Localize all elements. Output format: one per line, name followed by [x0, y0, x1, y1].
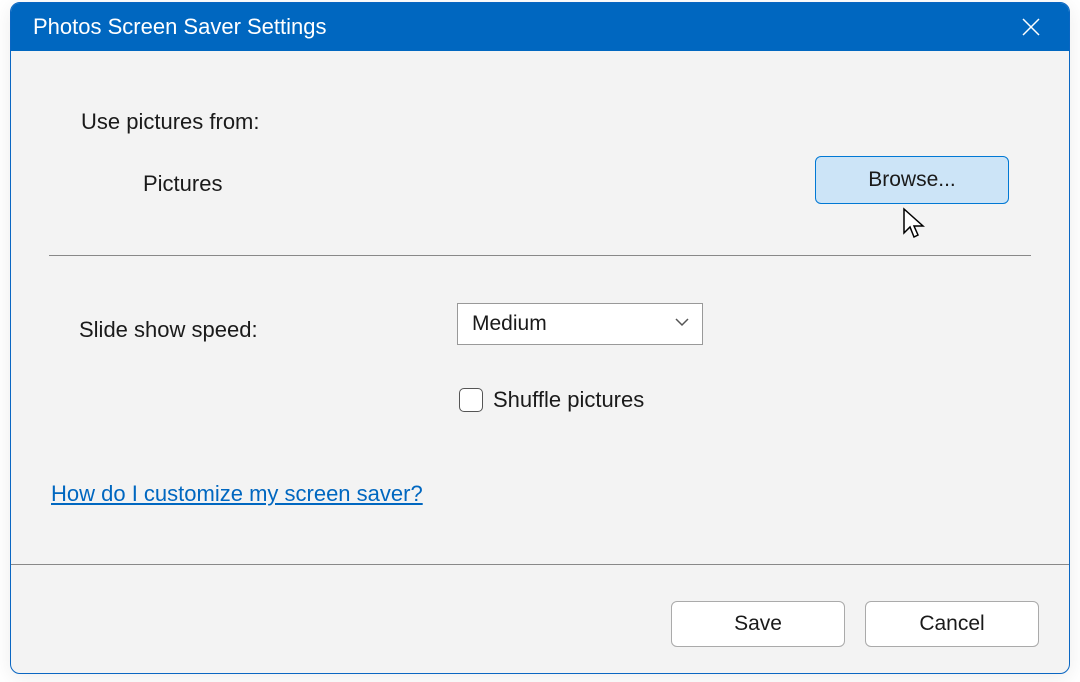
- close-button[interactable]: [1011, 7, 1051, 47]
- dropdown-value: Medium: [472, 312, 547, 336]
- shuffle-checkbox[interactable]: [459, 388, 483, 412]
- window-title: Photos Screen Saver Settings: [33, 14, 327, 40]
- browse-button[interactable]: Browse...: [815, 156, 1009, 204]
- dialog-footer: Save Cancel: [671, 601, 1039, 647]
- pictures-folder-value: Pictures: [143, 171, 222, 197]
- shuffle-row: Shuffle pictures: [459, 387, 644, 413]
- pictures-source-label: Use pictures from:: [81, 109, 260, 135]
- slideshow-speed-dropdown[interactable]: Medium: [457, 303, 703, 345]
- settings-dialog: Photos Screen Saver Settings Use picture…: [10, 2, 1070, 674]
- titlebar: Photos Screen Saver Settings: [11, 3, 1069, 51]
- chevron-down-icon: [674, 312, 690, 336]
- shuffle-label[interactable]: Shuffle pictures: [493, 387, 644, 413]
- section-divider: [49, 255, 1031, 256]
- save-button[interactable]: Save: [671, 601, 845, 647]
- slideshow-speed-label: Slide show speed:: [79, 317, 258, 343]
- help-link[interactable]: How do I customize my screen saver?: [51, 481, 423, 507]
- footer-divider: [11, 564, 1069, 565]
- dialog-content: Use pictures from: Pictures Browse... Sl…: [11, 51, 1069, 673]
- close-icon: [1021, 17, 1041, 37]
- cursor-icon: [901, 207, 929, 241]
- cancel-button[interactable]: Cancel: [865, 601, 1039, 647]
